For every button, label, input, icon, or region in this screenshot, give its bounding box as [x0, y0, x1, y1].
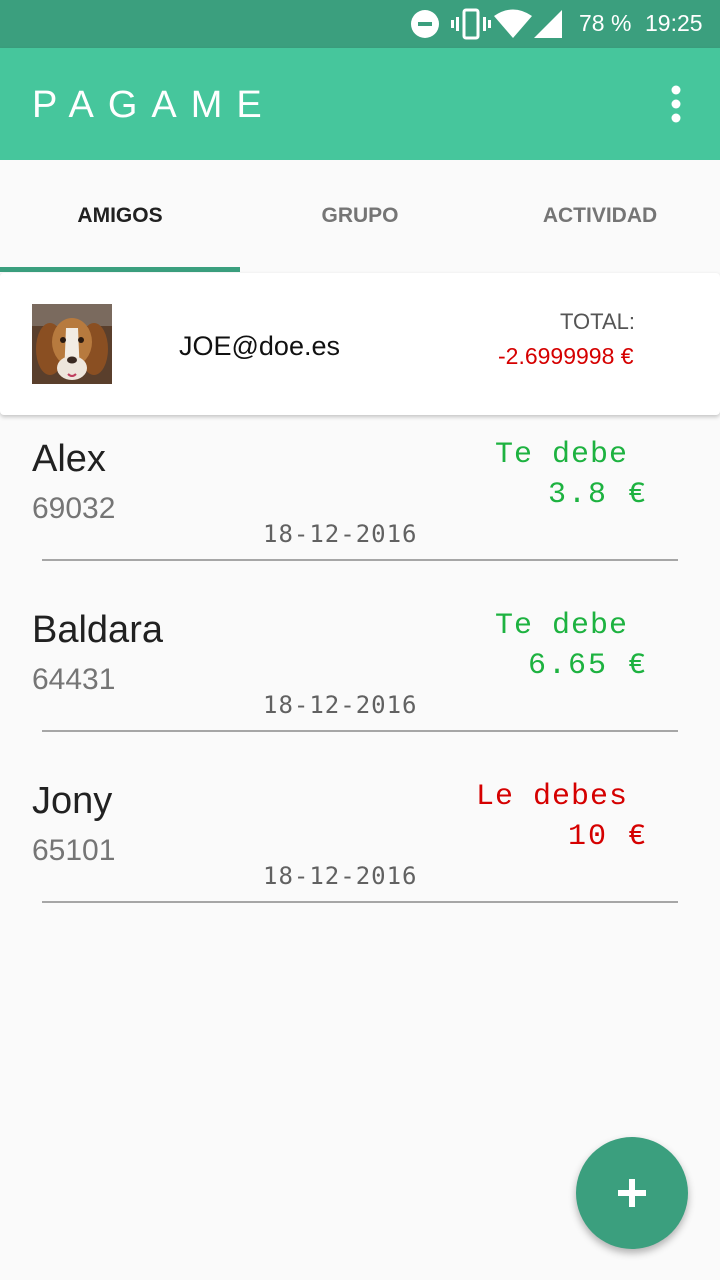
- debt-amount: 6.65 €: [527, 649, 648, 683]
- debt-status: Te debe: [494, 438, 628, 472]
- avatar: [32, 304, 112, 384]
- add-icon: [618, 1179, 646, 1207]
- debt-status: Te debe: [494, 609, 628, 643]
- friend-date: 18-12-2016: [263, 862, 418, 890]
- debt-status: Le debes: [475, 780, 628, 814]
- app-title: PAGAME: [32, 84, 276, 126]
- debt-amount: 3.8 €: [547, 478, 648, 512]
- friend-phone: 65101: [32, 834, 116, 867]
- app-bar: PAGAME: [0, 48, 720, 160]
- signal-icon: [534, 10, 562, 38]
- divider: [42, 901, 678, 903]
- tab-amigos[interactable]: AMIGOS: [0, 160, 240, 272]
- total-label: TOTAL:: [560, 309, 635, 334]
- friend-phone: 69032: [32, 492, 116, 525]
- divider: [42, 559, 678, 561]
- tab-grupo[interactable]: GRUPO: [240, 160, 480, 272]
- list-item[interactable]: Jony 65101 18-12-2016 Le debes 10 €: [0, 758, 720, 929]
- list-item[interactable]: Baldara 64431 18-12-2016 Te debe 6.65 €: [0, 587, 720, 758]
- active-tab-indicator: [0, 267, 240, 272]
- friend-name: Jony: [32, 780, 113, 822]
- user-email: JOE@doe.es: [179, 331, 340, 361]
- friend-name: Baldara: [32, 609, 163, 651]
- vibrate-icon: [451, 8, 491, 40]
- do-not-disturb-icon: [411, 10, 439, 38]
- tab-actividad[interactable]: ACTIVIDAD: [480, 160, 720, 272]
- overflow-menu-icon[interactable]: [662, 82, 690, 126]
- battery-level: 78 %: [579, 10, 632, 36]
- add-friend-button[interactable]: [576, 1137, 688, 1249]
- tab-bar: AMIGOS GRUPO ACTIVIDAD: [0, 160, 720, 272]
- debt-amount: 10 €: [567, 820, 648, 854]
- wifi-icon: [494, 9, 532, 38]
- friend-date: 18-12-2016: [263, 691, 418, 719]
- friend-name: Alex: [32, 438, 106, 480]
- friend-phone: 64431: [32, 663, 116, 696]
- total-value: -2.6999998 €: [498, 343, 634, 369]
- clock: 19:25: [645, 10, 703, 36]
- list-item[interactable]: Alex 69032 18-12-2016 Te debe 3.8 €: [0, 416, 720, 587]
- divider: [42, 730, 678, 732]
- friend-date: 18-12-2016: [263, 520, 418, 548]
- status-bar: 78 % 19:25: [0, 0, 720, 48]
- user-summary-card: JOE@doe.es TOTAL: -2.6999998 €: [0, 273, 720, 415]
